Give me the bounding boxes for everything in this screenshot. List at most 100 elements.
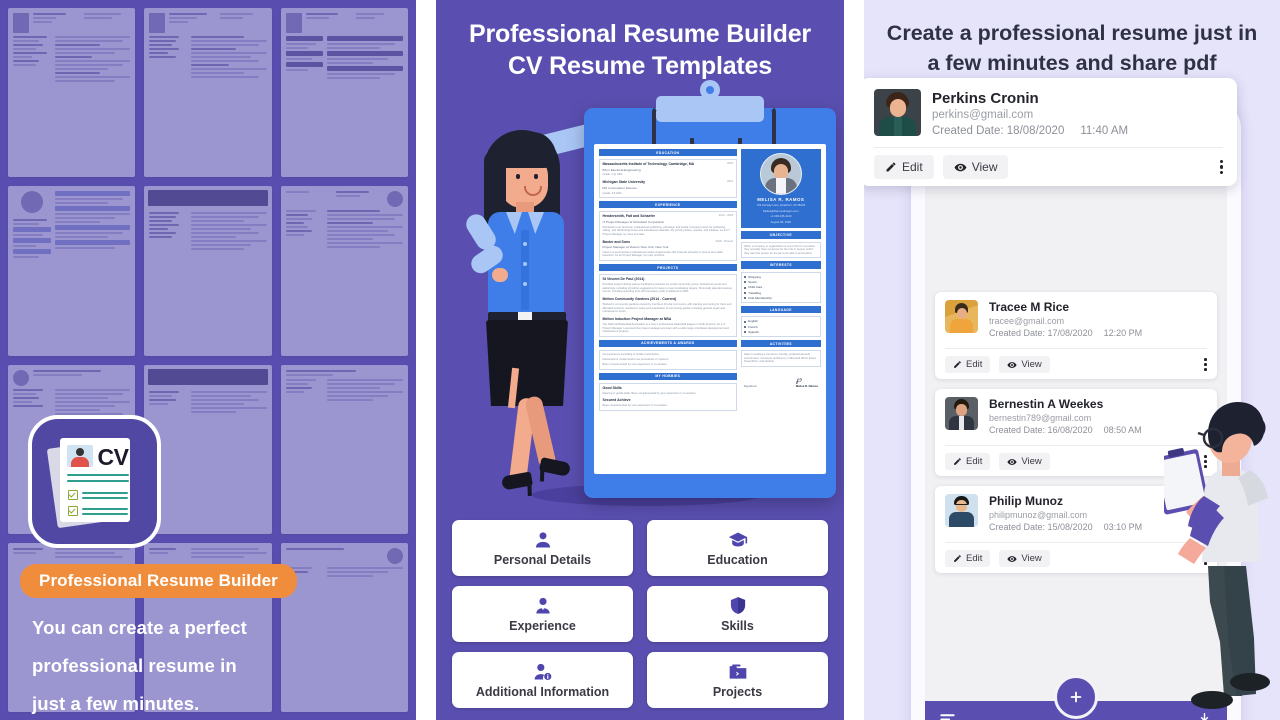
resume-section-heading: PROJECTS [599,264,737,272]
edit-label: Edit [966,359,983,370]
panel-hero-builder: Professional Resume Builder CV Resume Te… [436,0,844,720]
resume-entry-title: Hendersmith, Falt and Schaefer [602,214,656,219]
category-button-additional-information[interactable]: Additional Information [452,652,633,708]
hero-title-line-2: CV Resume Templates [508,52,772,80]
resume-list-item: Sports [744,280,817,284]
more-options-icon[interactable] [1204,358,1207,371]
view-button[interactable]: View [999,356,1050,373]
view-label: View [1021,456,1042,467]
avatar [945,494,978,527]
category-label: Projects [712,684,763,699]
panel-template-gallery: CV Professional Resume Builder You can c… [0,0,416,720]
resume-entry-date: 2014 - 2018 [718,214,734,218]
signature-mark-icon: ℘ [795,375,802,385]
resume-entry-title: St Vincent De Paul (2014) [602,277,645,282]
edit-button[interactable]: Edit [874,155,934,179]
resume-section-heading: ACTIVITIES [740,340,821,348]
man-illustration [1153,390,1276,720]
resume-entry-body: Dancing in goods skills. Been complement… [602,391,697,395]
avatar [945,397,978,430]
resume-section-heading: ACHIEVEMENTS & AWARDS [599,339,737,347]
resume-entry-body: Provided support during various fundrais… [602,283,732,294]
resume-entry-meta: Grade: 3.8 GPA [602,191,622,195]
resume-entry-body: The National Basketball Association is a… [602,322,729,334]
resume-list-item: Child Care [744,285,817,289]
view-label: View [1021,553,1042,564]
category-button-skills[interactable]: Skills [647,586,828,642]
category-label: Additional Information [475,684,610,699]
view-button[interactable]: View [999,453,1050,470]
resume-entry-title: Good Skills [602,385,622,390]
resume-list-item: Club Membership [744,296,817,300]
panel-app-screens: Create a professional resume just in a f… [864,0,1280,720]
edit-label: Edit [966,553,983,564]
view-button[interactable]: View [999,550,1050,567]
resume-section-heading: EDUCATION [599,149,737,157]
resume-created-date: Created Date: 15/08/2020 [989,522,1093,532]
resume-owner-dob: August 28, 1990 [770,219,791,224]
plus-icon [1070,691,1082,703]
resume-entry-sub: IT Project Manager at Scholastic Corpora… [602,220,665,225]
resume-section-heading: EXPERIENCE [599,201,737,209]
eye-icon [1007,458,1017,465]
eye-icon [954,163,967,171]
resume-entry-body: Developed or implemented new procedures … [602,357,669,361]
resume-created-date: Created Date: 16/08/2020 [989,425,1093,435]
view-button[interactable]: View [942,155,1009,179]
cv-logo-icon: CV [28,415,161,548]
category-label: Skills [721,619,754,633]
add-resume-fab[interactable] [1054,675,1098,719]
edit-button[interactable]: Edit [945,356,991,373]
resume-entry-body: No experience according to Grade 3 and d… [602,352,660,356]
resume-entry-title: Secured Achieve [602,398,631,403]
pencil-icon [954,458,961,465]
resume-list-item: French [744,325,817,329]
category-button-personal-details[interactable]: Personal Details [452,520,633,576]
sort-lines-icon[interactable] [939,713,956,720]
more-options-icon[interactable] [1219,159,1223,175]
resume-entry-title: Melton Induction Project Manager at NBA [602,317,672,322]
resume-email: tracee@gmail.com [989,316,1065,326]
signature-label: Signature: [743,384,758,389]
avatar [945,300,978,333]
edit-button[interactable]: Edit [945,453,991,470]
category-label: Experience [509,618,576,633]
resume-entry-title: Massachusetts Institute of Technology, C… [602,162,695,167]
resume-section-heading: INTERESTS [740,261,821,269]
view-label: View [1021,359,1042,370]
featured-created-date: Created Date: 18/08/2020 [932,125,1065,137]
resume-objective-body: When a company or organization is set to… [744,244,816,255]
tagline-line-1: You can create a perfect [32,617,247,638]
panel-gap [416,0,436,720]
app-store-screenshot-strip: CV Professional Resume Builder You can c… [0,0,1280,720]
resume-list-item: English [744,319,817,323]
edit-button[interactable]: Edit [945,550,991,567]
avatar [874,89,921,136]
resume-section-heading: LANGUAGE [740,306,821,314]
resume-section-heading: OBJECTIVE [740,231,821,239]
clipboard-resume-preview: EDUCATION Massachusetts Institute of Tec… [584,80,836,498]
resume-entry-title: Melton Community Gardens (2014 - Current… [602,297,677,302]
resume-time: 08:50 AM [1103,425,1142,435]
featured-resume-card[interactable]: Perkins Cronin perkins@gmail.com Created… [864,78,1237,186]
featured-time: 11:40 AM [1080,125,1129,137]
resume-entry-body: Been complemented by your supervisor or … [602,404,668,408]
category-button-experience[interactable]: Experience [452,586,633,642]
hero-title: Professional Resume Builder CV Resume Te… [436,18,844,82]
tagline-line-2: professional resume in [32,655,237,676]
pencil-icon [886,162,896,172]
category-button-projects[interactable]: Projects [647,652,828,708]
category-button-education[interactable]: Education [647,520,828,576]
shield-icon [730,597,745,614]
category-button-grid: Personal Details Education Experience Sk… [452,520,828,708]
person-icon [535,531,550,547]
panel-gap [844,0,864,720]
resume-owner-email: Melisa@Ramosdesigns.com [763,208,799,213]
resume-entry-meta: Grade: 4 gr GPA [602,173,623,177]
person-info-icon [534,663,552,680]
category-label: Personal Details [493,552,592,567]
tagline-block: You can create a perfect professional re… [32,609,247,720]
eye-icon [1007,555,1017,562]
resume-list-item[interactable]: Tracee M Rice tracee@gmail.com Created D… [935,292,1217,379]
resume-entry-date: 2018 - Present [715,239,734,243]
